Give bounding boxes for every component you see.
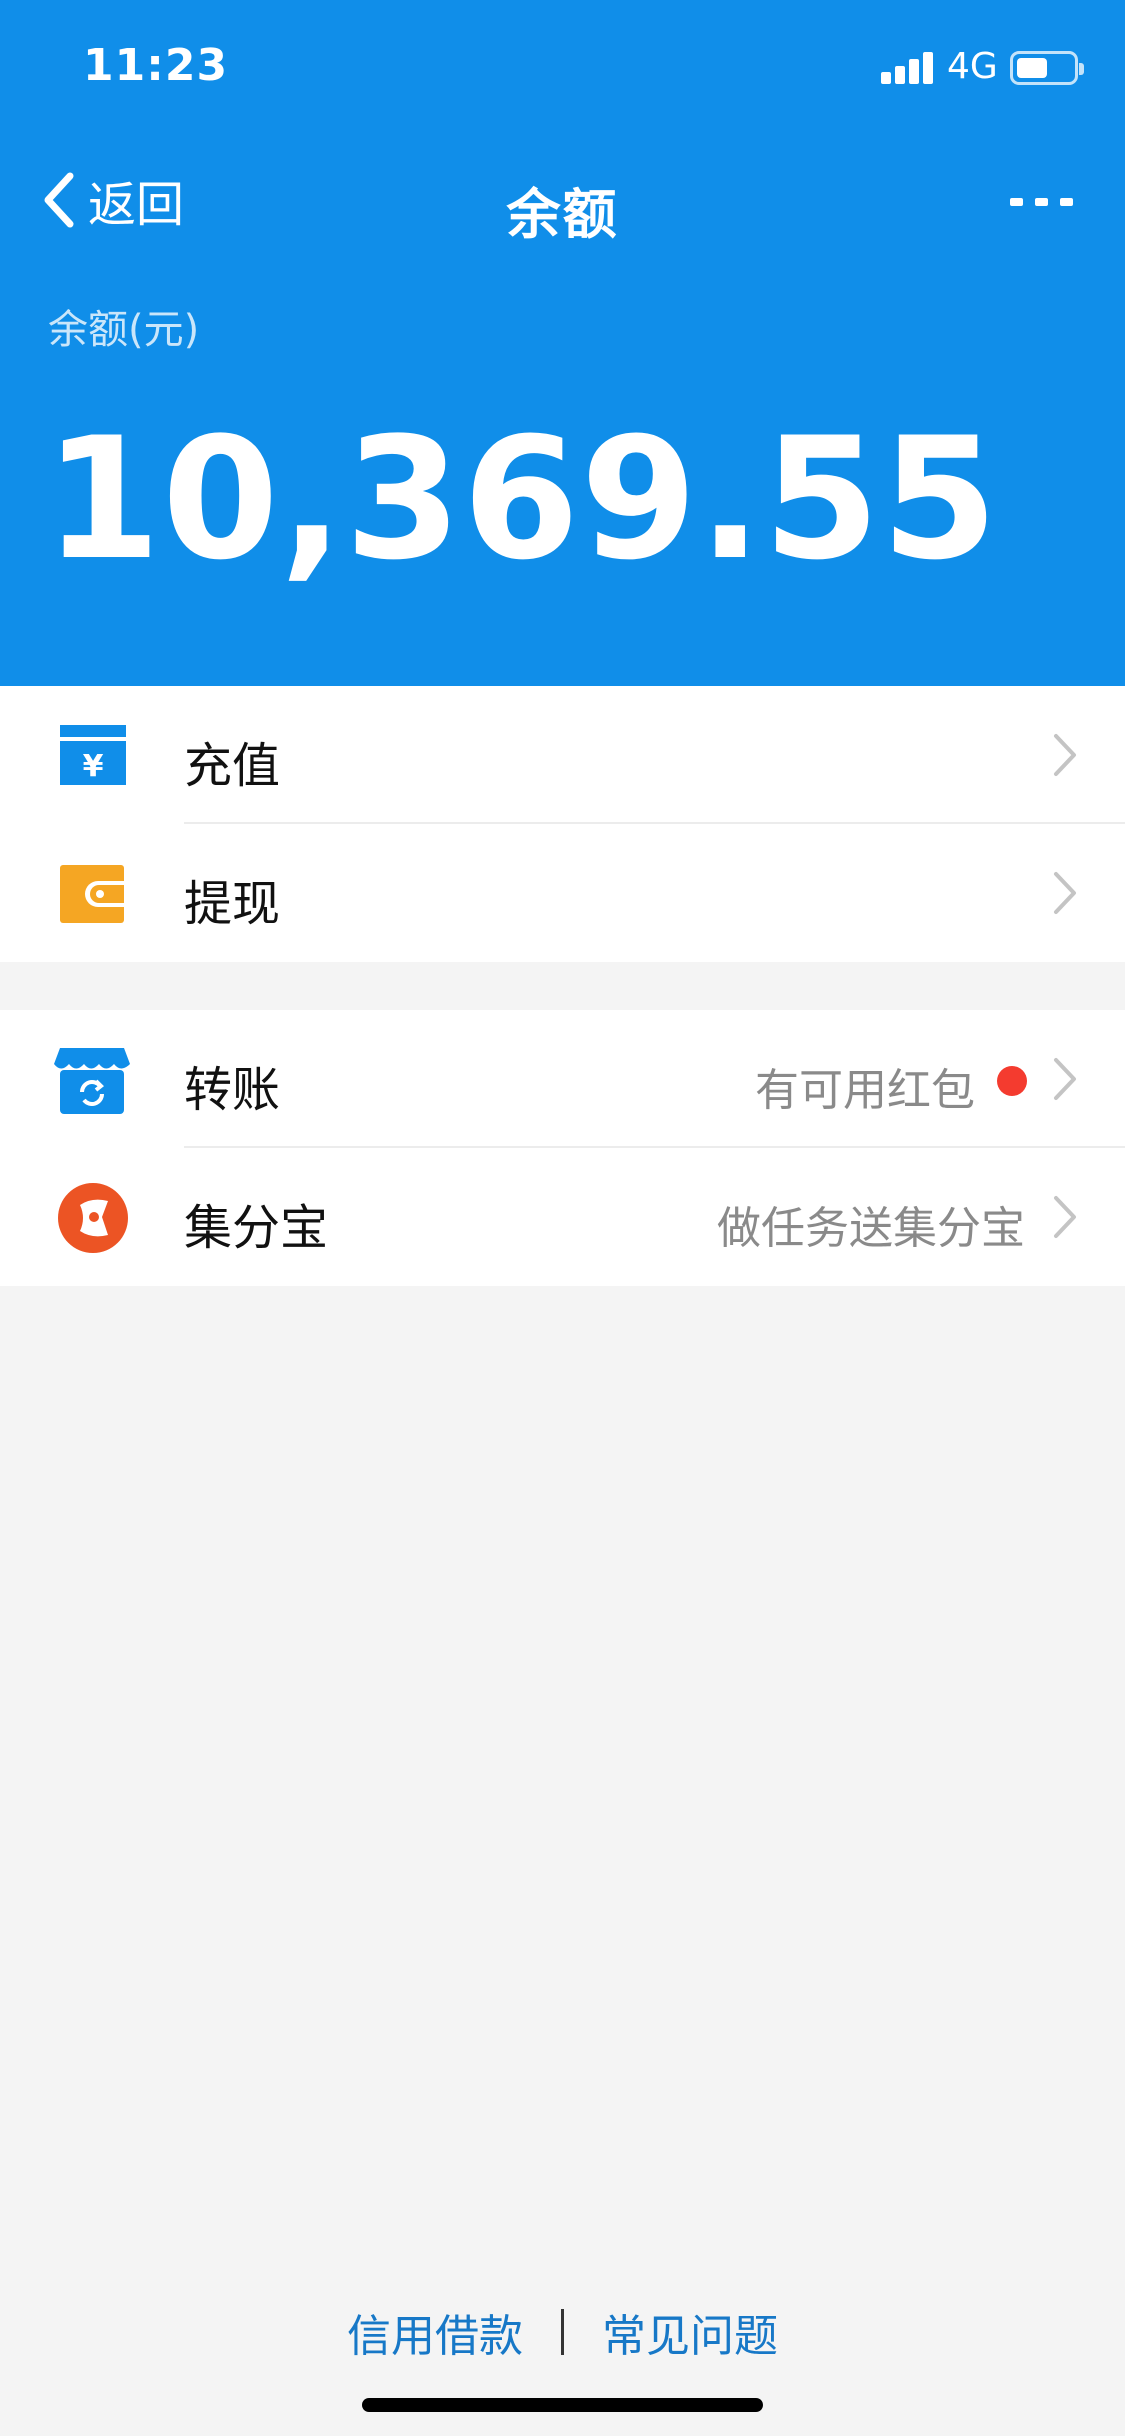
balance-label: 余额(元) [48, 307, 200, 353]
recharge-yuan-icon: ¥ [60, 725, 126, 785]
chevron-right-icon [1054, 872, 1076, 914]
navigation-bar: 返回 余额 [0, 140, 1125, 260]
jifenbao-row[interactable]: 集分宝 做任务送集分宝 [0, 1148, 1125, 1286]
funds-group: ¥ 充值 提现 [0, 686, 1125, 962]
recharge-label: 充值 [184, 738, 281, 794]
withdraw-row[interactable]: 提现 [0, 824, 1125, 962]
chevron-right-icon [1054, 734, 1076, 776]
chevron-right-icon [1054, 1058, 1076, 1100]
more-icon[interactable] [1010, 190, 1074, 214]
status-bar: 11:23 4G [0, 0, 1125, 140]
chevron-right-icon [1054, 1196, 1076, 1238]
withdraw-label: 提现 [184, 876, 281, 932]
transfer-label: 转账 [184, 1062, 281, 1118]
home-indicator[interactable] [362, 2398, 763, 2412]
transfer-icon [54, 1048, 130, 1114]
footer-divider [561, 2309, 564, 2355]
network-type: 4G [947, 46, 998, 87]
red-packet-hint: 有可用红包 [755, 1065, 975, 1116]
footer-links: 信用借款 常见问题 [0, 2300, 1125, 2364]
balance-amount: 10,369.55 [44, 401, 999, 597]
cellular-signal-icon [881, 52, 935, 84]
battery-icon [1010, 51, 1084, 85]
transfer-group: 转账 有可用红包 集分宝 做任务送集分宝 [0, 1010, 1125, 1286]
red-dot-badge [997, 1066, 1027, 1096]
jifenbao-label: 集分宝 [184, 1200, 329, 1256]
balance-header: 11:23 4G 返回 余额 余额(元) 10,369.55 [0, 0, 1125, 686]
faq-link[interactable]: 常见问题 [602, 2300, 778, 2364]
page-title: 余额 [506, 183, 619, 246]
recharge-row[interactable]: ¥ 充值 [0, 686, 1125, 824]
transfer-row[interactable]: 转账 有可用红包 [0, 1010, 1125, 1148]
jifenbao-hint: 做任务送集分宝 [717, 1203, 1025, 1254]
credit-loan-link[interactable]: 信用借款 [347, 2300, 523, 2364]
jifenbao-icon [58, 1183, 128, 1253]
svg-text:¥: ¥ [83, 749, 104, 784]
status-time: 11:23 [83, 40, 229, 91]
wallet-withdraw-icon [60, 865, 124, 923]
